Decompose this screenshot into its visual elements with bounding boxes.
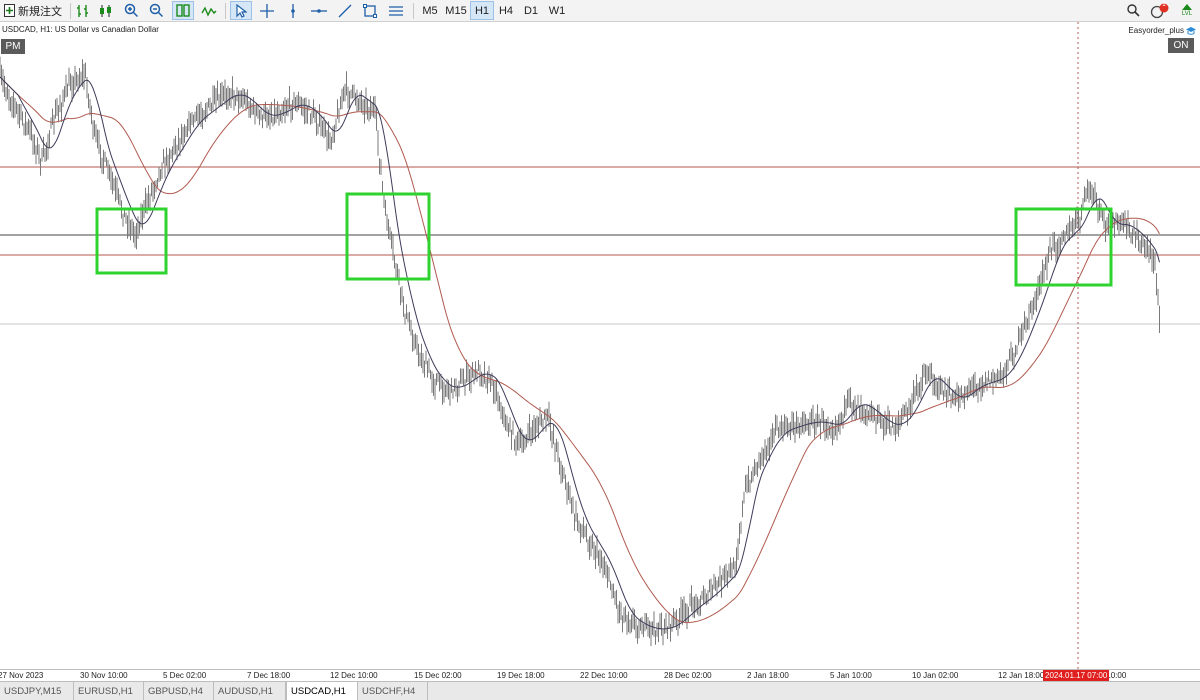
toolbar-separator (225, 3, 226, 19)
chart-tab-usdcad-h1[interactable]: USDCAD,H1 (286, 682, 358, 700)
time-axis-label: 7 Dec 18:00 (247, 671, 291, 680)
time-axis-label: 2 Jan 18:00 (747, 671, 789, 680)
expert-advisor-name: Easyorder_plus (1128, 26, 1184, 35)
crosshair-icon (260, 3, 274, 18)
trendline-tool-button[interactable] (334, 1, 356, 20)
symbol-title: USDCAD, H1: US Dollar vs Canadian Dollar (2, 25, 159, 34)
vertical-line-tool-button[interactable] (282, 1, 304, 20)
new-order-button[interactable]: 新規注文 (2, 1, 68, 20)
time-axis-label: 12 Dec 10:00 (330, 671, 378, 680)
chart-tab-audusd-h1[interactable]: AUDUSD,H1 (214, 682, 286, 700)
bar-chart-button[interactable] (73, 1, 93, 20)
rectangle-shape-icon (363, 3, 377, 18)
indicator-wave-icon (201, 5, 217, 17)
candle-chart-button[interactable] (96, 1, 116, 20)
tile-windows-button[interactable] (172, 1, 194, 20)
chart-tab-eurusd-h1[interactable]: EURUSD,H1 (74, 682, 144, 700)
horizontal-line-icon (311, 8, 327, 13)
time-axis-label: 19 Dec 18:00 (497, 671, 545, 680)
chart-toolbar: 新規注文 M5 M15 H1 H4 D1 W1 1 LVL (0, 0, 1200, 22)
fast-moving-average-line (0, 76, 1160, 630)
horizontal-line-tool-button[interactable] (307, 1, 331, 20)
time-axis-label: 5 Dec 02:00 (163, 671, 207, 680)
shapes-tool-button[interactable] (359, 1, 381, 20)
time-axis-label: 27 Nov 2023 (0, 671, 44, 680)
timeframe-w1-button[interactable]: W1 (545, 1, 569, 20)
trendline-icon (338, 4, 352, 17)
timeframe-m5-button[interactable]: M5 (418, 1, 442, 20)
chart-tab-gbpusd-h4[interactable]: GBPUSD,H4 (144, 682, 214, 700)
cursor-time-label: 2024.01.17 07:00 (1043, 670, 1110, 681)
timeframe-h1-button[interactable]: H1 (470, 1, 494, 20)
zoom-out-button[interactable] (146, 1, 166, 20)
cursor-tool-button[interactable] (230, 1, 252, 20)
new-order-icon (4, 4, 15, 17)
level-button[interactable]: LVL (1175, 1, 1199, 20)
chart-canvas[interactable] (0, 22, 1200, 669)
time-axis-label: 28 Dec 02:00 (664, 671, 712, 680)
new-order-label: 新規注文 (18, 5, 62, 18)
notification-bell-icon (1150, 3, 1169, 18)
highlight-box-1[interactable] (95, 207, 168, 275)
zoom-in-icon (124, 3, 138, 18)
notification-count: 1 (1162, 1, 1166, 8)
level-arrow-icon (1182, 4, 1192, 10)
chart-tab-usdchf-h4[interactable]: USDCHF,H4 (358, 682, 428, 700)
timeframe-m15-button[interactable]: M15 (444, 1, 468, 20)
time-axis-label: 12 Jan 18:00 (998, 671, 1045, 680)
price-chart[interactable]: USDCAD, H1: US Dollar vs Canadian Dollar… (0, 22, 1200, 669)
search-button[interactable] (1123, 1, 1143, 20)
chart-tab-usdjpy-m15[interactable]: USDJPY,M15 (0, 682, 74, 700)
crosshair-tool-button[interactable] (256, 1, 278, 20)
notifications-button[interactable]: 1 (1148, 1, 1172, 20)
timeframe-h4-button[interactable]: H4 (494, 1, 518, 20)
level-label: LVL (1181, 11, 1193, 17)
toolbar-separator (70, 3, 71, 19)
zoom-in-button[interactable] (121, 1, 141, 20)
tile-windows-icon (176, 4, 190, 17)
cursor-arrow-icon (236, 3, 247, 18)
time-axis-label: 15 Dec 02:00 (414, 671, 462, 680)
expert-advisor-status-badge[interactable]: ON (1168, 38, 1194, 53)
time-axis: 17 Jan 10:0012 Jan 18:0010 Jan 02:005 Ja… (0, 669, 1200, 681)
price-bars-series (0, 56, 1160, 646)
fibonacci-icon (389, 5, 403, 16)
time-axis-label: 22 Dec 10:00 (580, 671, 628, 680)
indicators-button[interactable] (198, 1, 220, 20)
search-icon (1126, 4, 1140, 17)
chart-tabs: USDJPY,M15 EURUSD,H1 GBPUSD,H4 AUDUSD,H1 USD… (0, 681, 1200, 700)
zoom-out-icon (149, 3, 163, 18)
vertical-line-icon (291, 3, 295, 18)
candlestick-icon (100, 4, 111, 17)
bar-chart-icon (77, 4, 88, 17)
time-axis-label: 30 Nov 10:00 (80, 671, 128, 680)
slow-moving-average-line (0, 76, 1160, 624)
expert-advisor-label[interactable]: Easyorder_plus (1128, 26, 1196, 35)
pm-badge[interactable]: PM (1, 39, 25, 54)
fibonacci-tool-button[interactable] (385, 1, 407, 20)
toolbar-separator (413, 3, 414, 19)
timeframe-d1-button[interactable]: D1 (519, 1, 543, 20)
time-axis-label: 10 Jan 02:00 (912, 671, 959, 680)
time-axis-label: 5 Jan 10:00 (830, 671, 872, 680)
graduation-cap-icon (1186, 27, 1196, 35)
